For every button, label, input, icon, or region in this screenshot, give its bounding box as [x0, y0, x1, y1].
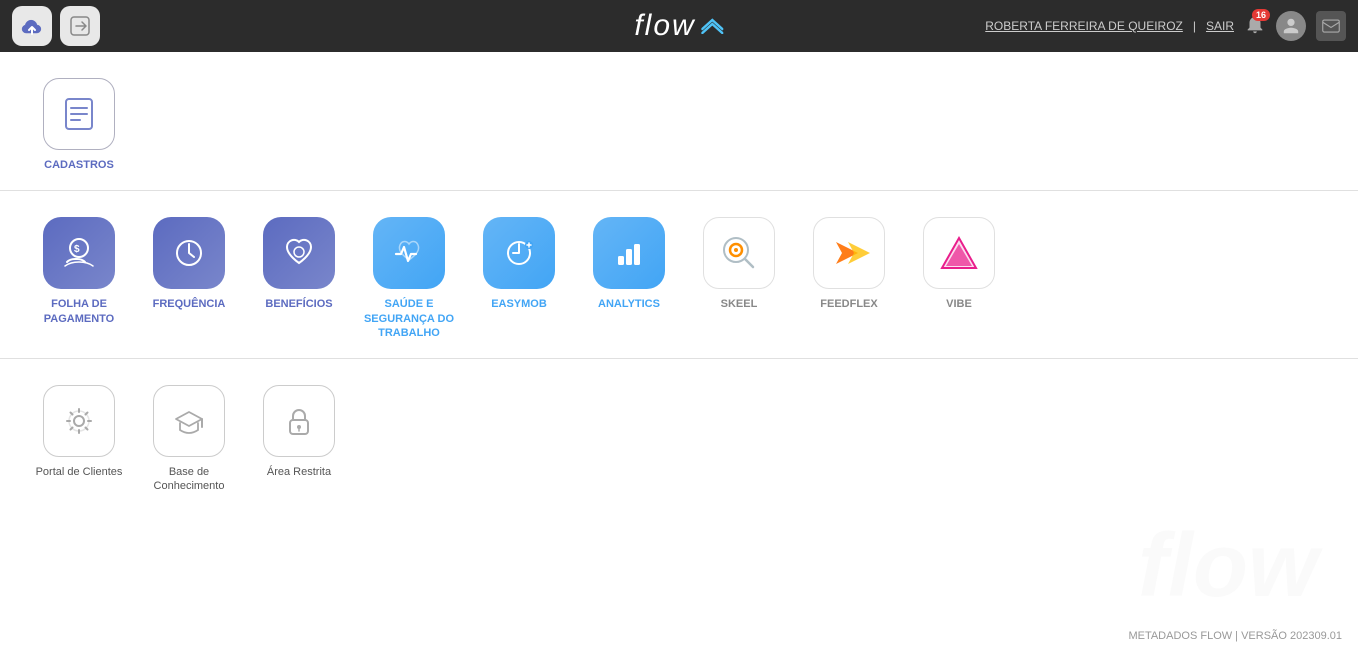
heart-icon: [280, 234, 318, 272]
app-base[interactable]: Base deConhecimento: [134, 377, 244, 502]
app-frequencia[interactable]: FREQUÊNCIA: [134, 209, 244, 348]
cloud-icon-button[interactable]: [12, 6, 52, 46]
app-portal[interactable]: Portal de Clientes: [24, 377, 134, 502]
app-feedflex[interactable]: FEEDFLEX: [794, 209, 904, 348]
vibe-label: VIBE: [946, 297, 972, 311]
document-lines-icon: [60, 95, 98, 133]
graduation-icon: [170, 402, 208, 440]
portal-label: Portal de Clientes: [36, 465, 123, 479]
saude-icon: [373, 217, 445, 289]
notification-button[interactable]: 16: [1244, 13, 1266, 40]
portal-icon: [43, 385, 115, 457]
bar-chart-icon: [610, 234, 648, 272]
vibe-icon: [923, 217, 995, 289]
vibe-triangle-icon: [938, 232, 980, 274]
app-easymob[interactable]: EASYMOB: [464, 209, 574, 348]
section-main-apps: $ FOLHA DEPAGAMENTO FREQUÊNCIA: [0, 191, 1358, 358]
app-beneficios[interactable]: BENEFÍCIOS: [244, 209, 354, 348]
app-cadastros[interactable]: CADASTROS: [24, 70, 134, 180]
app-vibe[interactable]: VIBE: [904, 209, 1014, 348]
gear-icon: [60, 402, 98, 440]
notification-badge: 16: [1252, 9, 1270, 21]
skeel-icon: [703, 217, 775, 289]
frequencia-icon: [153, 217, 225, 289]
analytics-icon: [593, 217, 665, 289]
folha-icon: $: [43, 217, 115, 289]
header-sep: |: [1193, 19, 1196, 33]
main-content: CADASTROS $ FOLHA DEPAGAMENTO: [0, 52, 1358, 648]
easymob-icon: [483, 217, 555, 289]
feedflex-icon: [813, 217, 885, 289]
skeel-label: SKEEL: [721, 297, 758, 311]
footer-text: METADADOS FLOW | VERSÃO 202309.01: [1128, 630, 1342, 642]
feedflex-arrow-icon: [828, 232, 870, 274]
easymob-label: EASYMOB: [491, 297, 547, 311]
feedflex-label: FEEDFLEX: [820, 297, 877, 311]
exit-icon-button[interactable]: [60, 6, 100, 46]
header-right: ROBERTA FERREIRA DE QUEIROZ | SAIR 16: [985, 11, 1346, 41]
app-restrita[interactable]: Área Restrita: [244, 377, 354, 502]
app-saude[interactable]: SAÚDE ESEGURANÇA DOTRABALHO: [354, 209, 464, 348]
section-cadastros: CADASTROS: [0, 52, 1358, 190]
header-left: [12, 6, 100, 46]
clock-icon: [170, 234, 208, 272]
watermark: flow: [1138, 515, 1318, 618]
section-portal-apps: Portal de Clientes Base deConhecimento: [0, 359, 1358, 512]
beneficios-label: BENEFÍCIOS: [265, 297, 332, 311]
app-folha[interactable]: $ FOLHA DEPAGAMENTO: [24, 209, 134, 348]
person-icon: [1282, 17, 1300, 35]
mail-icon: [1322, 19, 1340, 33]
logo-arrow-icon: [702, 18, 724, 34]
cadastros-label: CADASTROS: [44, 158, 114, 172]
app-analytics[interactable]: ANALYTICS: [574, 209, 684, 348]
mail-button[interactable]: [1316, 11, 1346, 41]
heartbeat-icon: [390, 234, 428, 272]
logo-text: flow: [634, 9, 695, 43]
restrita-label: Área Restrita: [267, 465, 331, 479]
user-avatar-button[interactable]: [1276, 11, 1306, 41]
app-skeel[interactable]: SKEEL: [684, 209, 794, 348]
base-icon: [153, 385, 225, 457]
analytics-label: ANALYTICS: [598, 297, 660, 311]
frequencia-label: FREQUÊNCIA: [153, 297, 226, 311]
header-logo: flow: [634, 9, 723, 43]
svg-text:$: $: [74, 244, 80, 255]
user-name-link[interactable]: ROBERTA FERREIRA DE QUEIROZ: [985, 19, 1183, 33]
beneficios-icon: [263, 217, 335, 289]
version-text: METADADOS FLOW | VERSÃO 202309.01: [1128, 630, 1342, 642]
skeel-search-icon: [718, 232, 760, 274]
restrita-icon: [263, 385, 335, 457]
saude-label: SAÚDE ESEGURANÇA DOTRABALHO: [364, 297, 454, 340]
base-label: Base deConhecimento: [154, 465, 225, 494]
sair-link[interactable]: SAIR: [1206, 19, 1234, 33]
header: flow ROBERTA FERREIRA DE QUEIROZ | SAIR …: [0, 0, 1358, 52]
lock-icon: [280, 402, 318, 440]
money-hand-icon: $: [60, 234, 98, 272]
schedule-icon: [500, 234, 538, 272]
folha-label: FOLHA DEPAGAMENTO: [44, 297, 115, 326]
cadastros-icon: [43, 78, 115, 150]
